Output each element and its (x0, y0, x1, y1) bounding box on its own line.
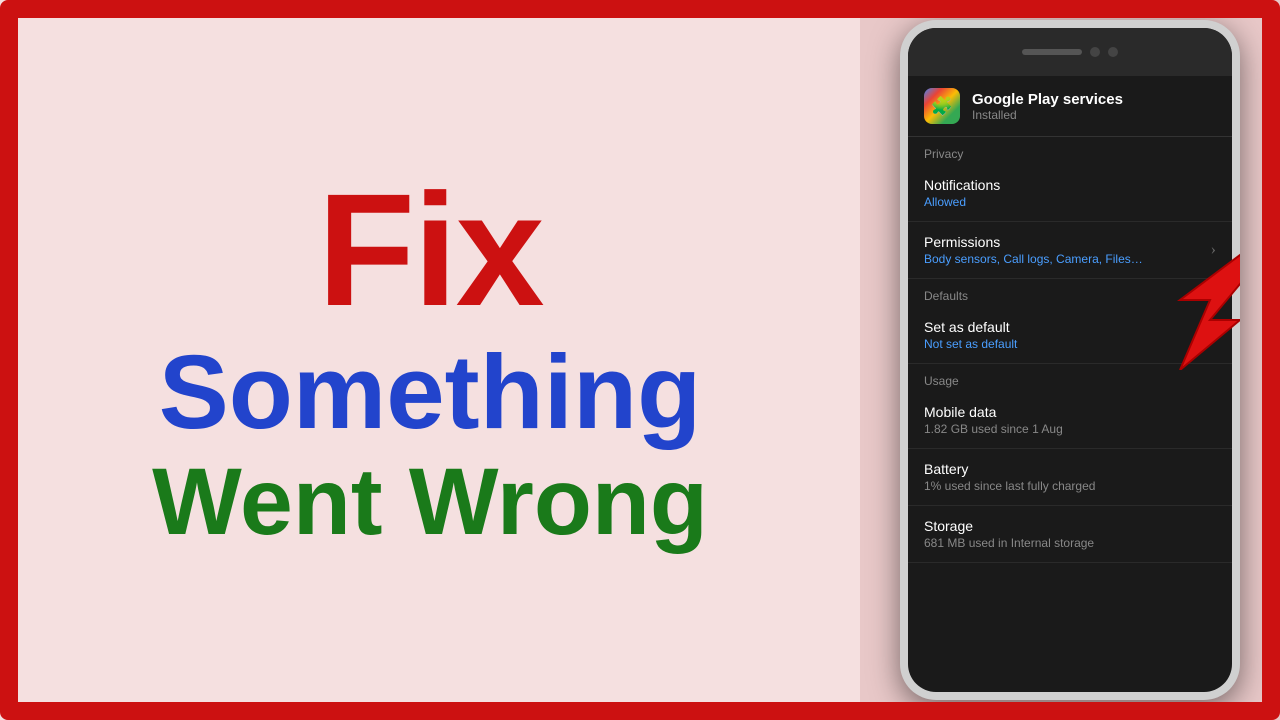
phone-container: 🧩 Google Play services Installed Privacy… (860, 0, 1280, 720)
camera-dot (1090, 47, 1100, 57)
mobile-data-subtitle: 1.82 GB used since 1 Aug (924, 422, 1216, 436)
phone-top-bar (908, 28, 1232, 76)
storage-subtitle: 681 MB used in Internal storage (924, 536, 1216, 550)
speaker-grille (1022, 49, 1082, 55)
app-info: Google Play services Installed (972, 91, 1123, 122)
permissions-title: Permissions (924, 234, 1216, 250)
section-header-defaults: Defaults (908, 279, 1232, 307)
phone-screen: 🧩 Google Play services Installed Privacy… (908, 28, 1232, 692)
phone: 🧩 Google Play services Installed Privacy… (900, 20, 1240, 700)
app-header: 🧩 Google Play services Installed (908, 76, 1232, 137)
notifications-subtitle: Allowed (924, 195, 1216, 209)
mobile-data-item[interactable]: Mobile data 1.82 GB used since 1 Aug (908, 392, 1232, 449)
camera-dot-2 (1108, 47, 1118, 57)
notifications-item[interactable]: Notifications Allowed (908, 165, 1232, 222)
went-wrong-title: Went Wrong (152, 455, 708, 550)
section-header-usage: Usage (908, 364, 1232, 392)
set-as-default-item[interactable]: Set as default Not set as default (908, 307, 1232, 364)
battery-item[interactable]: Battery 1% used since last fully charged (908, 449, 1232, 506)
section-header-privacy: Privacy (908, 137, 1232, 165)
storage-title: Storage (924, 518, 1216, 534)
set-as-default-subtitle: Not set as default (924, 337, 1216, 351)
something-title: Something (159, 340, 701, 445)
battery-subtitle: 1% used since last fully charged (924, 479, 1216, 493)
fix-title: Fix (317, 160, 542, 339)
app-icon-emoji: 🧩 (931, 96, 953, 117)
set-as-default-title: Set as default (924, 319, 1216, 335)
permissions-item[interactable]: Permissions Body sensors, Call logs, Cam… (908, 222, 1232, 279)
app-status: Installed (972, 108, 1123, 122)
app-icon: 🧩 (924, 88, 960, 124)
settings-list: Privacy Notifications Allowed Permission… (908, 137, 1232, 563)
storage-item[interactable]: Storage 681 MB used in Internal storage (908, 506, 1232, 563)
permissions-subtitle: Body sensors, Call logs, Camera, Files a… (924, 252, 1144, 266)
app-name: Google Play services (972, 91, 1123, 108)
mobile-data-title: Mobile data (924, 404, 1216, 420)
battery-title: Battery (924, 461, 1216, 477)
permissions-chevron: › (1211, 241, 1216, 259)
left-panel: Fix Something Went Wrong (0, 0, 860, 720)
notifications-title: Notifications (924, 177, 1216, 193)
